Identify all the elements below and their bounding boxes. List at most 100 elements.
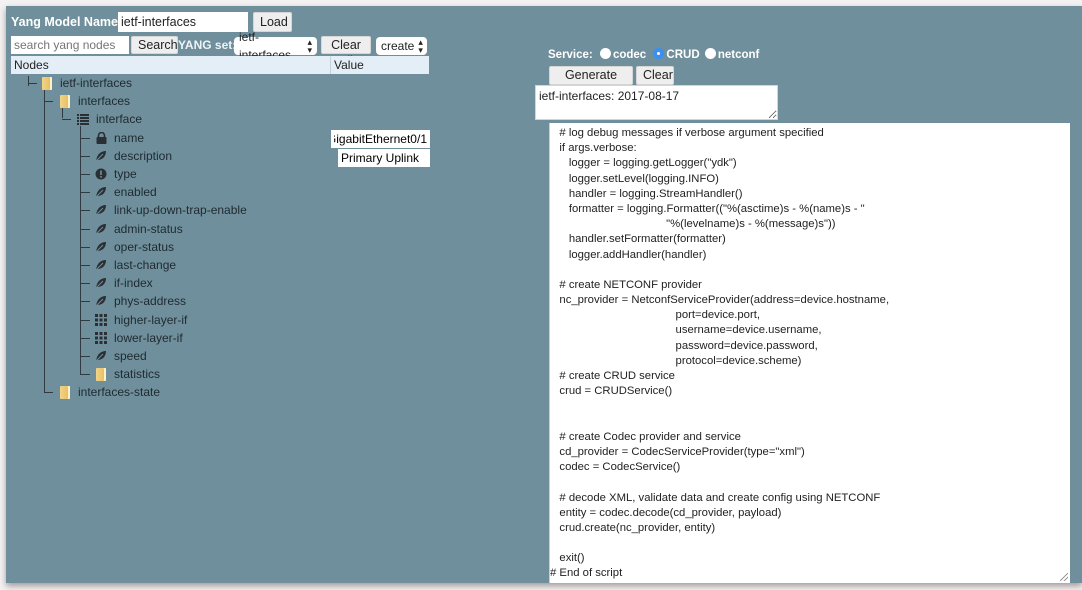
script-line: # create CRUD service: [550, 370, 675, 382]
tree-node-label: name: [114, 130, 145, 145]
tree-node-description[interactable]: description: [94, 147, 172, 165]
name-value-input[interactable]: [331, 130, 430, 148]
tree-node-label: interface: [96, 112, 143, 127]
leaf-icon: [94, 294, 108, 308]
tree-node-link-up-down-trap-enable[interactable]: link-up-down-trap-enable: [94, 201, 247, 219]
codec-radio[interactable]: [599, 48, 611, 59]
operation-select[interactable]: create ▴ ▾: [376, 37, 427, 55]
tree-node-phys-address[interactable]: phys-address: [94, 292, 186, 310]
tree-node-if-index[interactable]: if-index: [94, 274, 153, 292]
tree-node-type[interactable]: type: [94, 165, 137, 183]
netconf-radio[interactable]: [704, 48, 716, 59]
script-code: # log debug messages if verbose argument…: [550, 126, 1070, 582]
lock-icon: [94, 131, 108, 145]
description-value-input[interactable]: [338, 149, 430, 167]
folder-icon: [94, 367, 108, 381]
script-line: # create NETCONF provider: [550, 278, 702, 291]
script-line: crud = CRUDService(): [550, 385, 673, 398]
tree-node-statistics[interactable]: statistics: [94, 365, 160, 383]
tree-node-label: interfaces-state: [78, 385, 161, 399]
tree-node-label: description: [114, 148, 173, 163]
script-line: [550, 475, 1070, 490]
tree-node-oper-status[interactable]: oper-status: [94, 238, 174, 256]
tree-node-interface[interactable]: interface: [76, 110, 142, 128]
tree-node-last-change[interactable]: last-change: [94, 256, 176, 274]
value-column-header: Value: [334, 58, 364, 72]
script-line: cd_provider = CodecServiceProvider(type=…: [550, 445, 805, 458]
script-line: "%(levelname)s - %(message)s")): [550, 218, 836, 231]
tree-node-admin-status[interactable]: admin-status: [94, 220, 183, 238]
crud-radio[interactable]: [653, 48, 665, 59]
leaf-icon: [94, 258, 108, 272]
script-line: entity = codec.decode(cd_provider, paylo…: [550, 506, 782, 519]
operation-value: create: [381, 39, 415, 53]
script-line: [550, 415, 1070, 430]
service-selector: Service: codec CRUD netconf: [548, 48, 759, 61]
script-line: if args.verbose:: [550, 142, 637, 155]
tree-node-interfaces[interactable]: interfaces: [58, 92, 130, 110]
script-line: handler = logging.StreamHandler(): [550, 187, 743, 200]
script-line: # log debug messages if verbose argument…: [550, 127, 824, 139]
leaf-icon: [94, 222, 108, 236]
select-arrows-icon: ▴ ▾: [307, 37, 312, 55]
tree-node-label: type: [114, 167, 137, 181]
crud-radio-label[interactable]: CRUD: [666, 49, 699, 61]
search-button[interactable]: Search: [131, 36, 178, 54]
tree-node-label: speed: [114, 349, 147, 363]
tree-node-label: last-change: [114, 258, 177, 272]
clear-script-button[interactable]: Clear: [636, 66, 674, 85]
yang-explorer-panel: Yang Model Name: Load Search YANG set: i…: [6, 6, 1082, 583]
codec-radio-label[interactable]: codec: [613, 49, 646, 61]
script-line: [550, 536, 1070, 551]
folder-icon: [58, 94, 72, 108]
folder-icon: [58, 385, 72, 399]
tree-node-label: interfaces: [78, 94, 131, 109]
leaf-icon: [94, 185, 108, 199]
leaf-list-icon: [94, 331, 108, 345]
script-line: handler.setFormatter(formatter): [550, 233, 726, 246]
generate-script-button[interactable]: Generate script: [549, 66, 633, 99]
clear-all-button[interactable]: Clear All: [321, 36, 371, 68]
leaf-icon: [94, 349, 108, 363]
tree-table-header: Nodes Value: [11, 56, 429, 74]
script-line: protocol=device.scheme): [550, 354, 802, 367]
list-icon: [76, 112, 90, 126]
resize-grip-icon[interactable]: [1060, 573, 1068, 581]
modules-textarea[interactable]: [535, 85, 778, 120]
script-line: nc_provider = NetconfServiceProvider(add…: [550, 294, 890, 307]
script-line: codec = CodecService(): [550, 461, 681, 474]
tree-node-label: statistics: [114, 367, 161, 382]
search-nodes-input[interactable]: [11, 36, 129, 54]
tree-node-label: higher-layer-if: [114, 312, 188, 327]
script-line: [550, 399, 1070, 414]
tree-node-ietf-interfaces[interactable]: ietf-interfaces: [40, 74, 132, 92]
yang-set-label: YANG set:: [178, 38, 237, 52]
script-line: port=device.port,: [550, 309, 761, 322]
tree-node-name[interactable]: name: [94, 129, 144, 147]
yang-set-select[interactable]: ietf-interfaces ▴ ▾: [234, 30, 317, 62]
tree-node-enabled[interactable]: enabled: [94, 183, 157, 201]
script-output[interactable]: # log debug messages if verbose argument…: [549, 123, 1070, 583]
netconf-radio-label[interactable]: netconf: [718, 49, 760, 61]
tree-node-label: ietf-interfaces: [60, 76, 133, 90]
leaf-icon: [94, 240, 108, 254]
leaf-icon: [94, 276, 108, 290]
leaf-list-icon: [94, 313, 108, 327]
leaf-icon: [94, 203, 108, 217]
tree-node-higher-layer-if[interactable]: higher-layer-if: [94, 311, 187, 329]
tree-node-label: oper-status: [114, 239, 175, 254]
script-line: logger = logging.getLogger("ydk"): [550, 157, 737, 170]
yang-model-name-input[interactable]: [118, 12, 248, 32]
script-line: password=device.password,: [550, 339, 818, 352]
script-line: # create Codec provider and service: [550, 430, 741, 443]
tree-node-speed[interactable]: speed: [94, 347, 147, 365]
tree-node-lower-layer-if[interactable]: lower-layer-if: [94, 329, 183, 347]
tree-node-interfaces-state[interactable]: interfaces-state: [58, 383, 160, 401]
script-line: crud.create(nc_provider, entity): [550, 521, 716, 534]
nodes-column-header: Nodes: [11, 56, 331, 74]
script-line: # End of script: [550, 567, 623, 580]
tree-node-label: phys-address: [114, 294, 187, 309]
tree-node-label: lower-layer-if: [114, 330, 183, 345]
tree-node-label: link-up-down-trap-enable: [114, 203, 247, 218]
script-line: [550, 263, 1070, 278]
